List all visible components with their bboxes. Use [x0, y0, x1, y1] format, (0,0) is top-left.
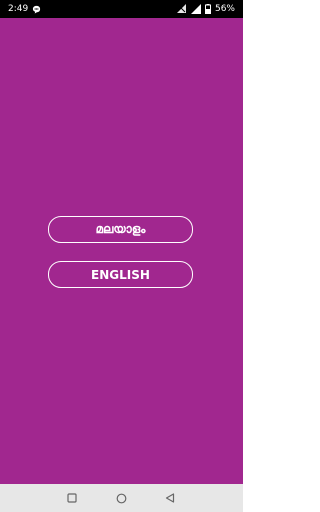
- battery-percentage: 56%: [214, 4, 235, 14]
- malayalam-button-label: മലയാളം: [95, 222, 146, 236]
- wifi-icon: [176, 4, 187, 14]
- recents-square-icon[interactable]: [64, 490, 80, 506]
- back-triangle-icon[interactable]: [162, 490, 178, 506]
- battery-icon: [204, 4, 211, 14]
- status-bar: 2:49 56%: [0, 0, 243, 18]
- home-circle-icon[interactable]: [113, 490, 129, 506]
- malayalam-button[interactable]: മലയാളം: [48, 216, 193, 243]
- chat-bubble-icon: [32, 5, 41, 14]
- status-left: 2:49: [8, 3, 41, 15]
- status-right: 56%: [176, 3, 235, 15]
- english-button[interactable]: ENGLISH: [48, 261, 193, 288]
- status-time: 2:49: [8, 4, 29, 14]
- language-selection-area: മലയാളം ENGLISH: [0, 18, 243, 484]
- english-button-label: ENGLISH: [91, 267, 150, 282]
- app-screen: 2:49 56% മലയാളം ENGLISH: [0, 0, 243, 512]
- navigation-bar: [0, 484, 243, 512]
- signal-icon: [190, 4, 201, 14]
